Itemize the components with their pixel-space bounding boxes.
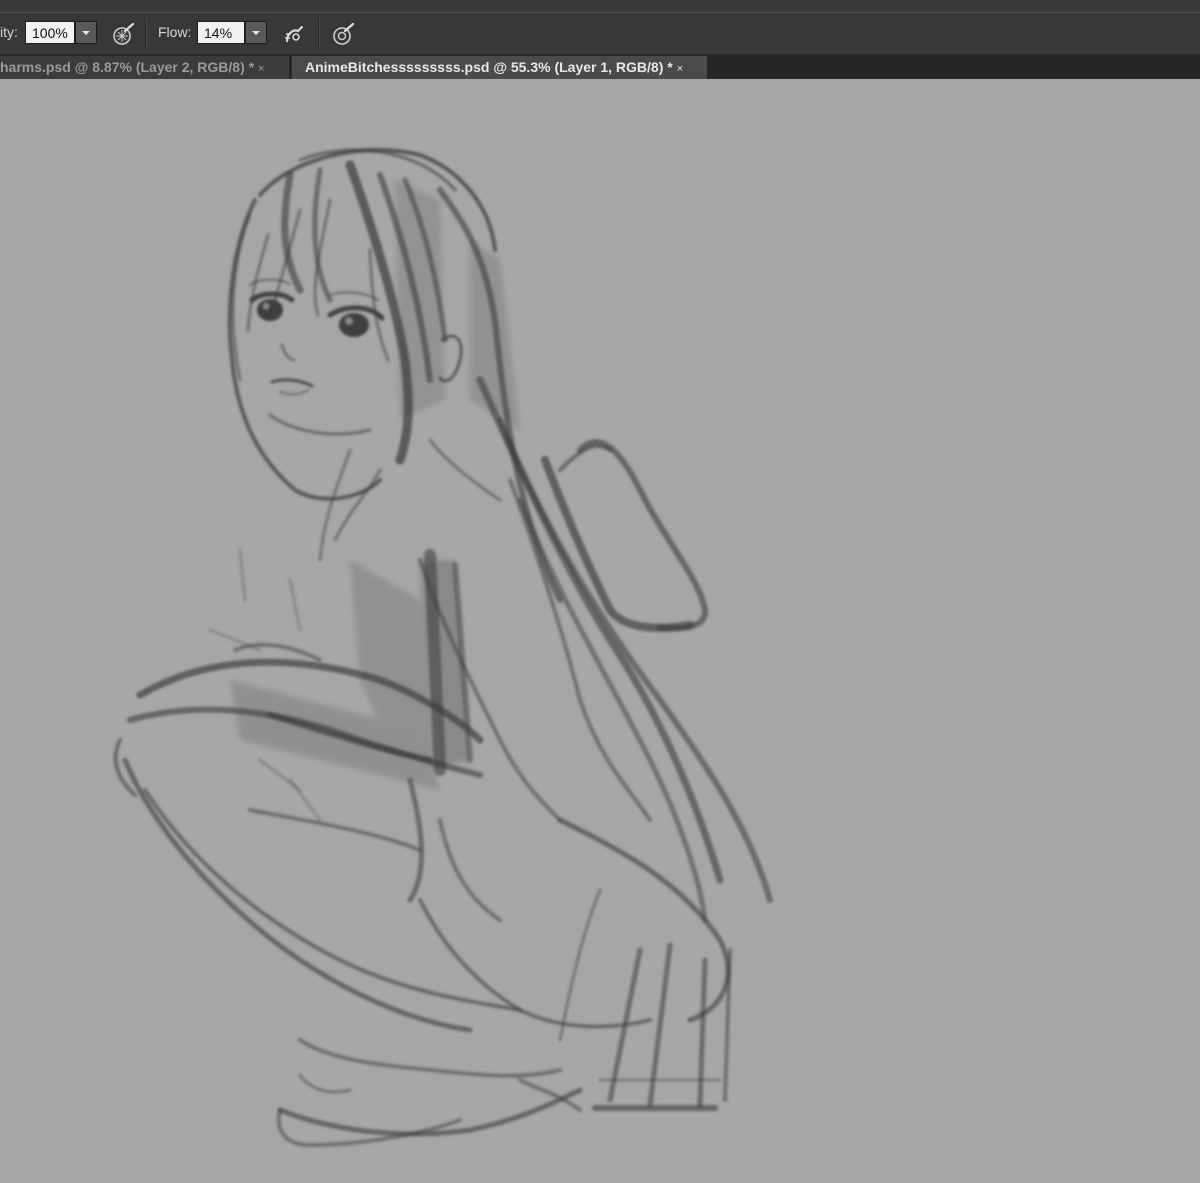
opacity-label: ity: — [0, 24, 18, 40]
tab-label: AnimeBitchesssssssss.psd @ 55.3% (Layer … — [305, 59, 673, 75]
document-canvas[interactable] — [0, 79, 1200, 1183]
sketch-artwork — [113, 147, 773, 1147]
options-bar: ity: 100% Flow: 14% — [0, 12, 1200, 55]
close-icon[interactable]: × — [677, 63, 683, 75]
airbrush-icon[interactable] — [282, 21, 308, 47]
separator — [145, 19, 146, 49]
flow-dropdown-button[interactable] — [245, 21, 267, 44]
close-icon[interactable]: × — [258, 63, 264, 75]
photoshop-window: ity: 100% Flow: 14% harms.psd @ 8.87% (L… — [0, 0, 1200, 1183]
chevron-down-icon — [82, 31, 90, 35]
flow-label: Flow: — [158, 24, 192, 40]
opacity-field[interactable]: 100% — [25, 21, 75, 44]
chevron-down-icon — [252, 31, 260, 35]
tab-animebitches-psd[interactable]: AnimeBitchesssssssss.psd @ 55.3% (Layer … — [292, 56, 707, 79]
flow-field[interactable]: 14% — [197, 21, 245, 44]
tab-harms-psd[interactable]: harms.psd @ 8.87% (Layer 2, RGB/8) * × — [0, 56, 289, 79]
document-tab-bar: harms.psd @ 8.87% (Layer 2, RGB/8) * × An… — [0, 54, 1200, 79]
pressure-size-icon[interactable] — [330, 21, 356, 47]
tab-label: harms.psd @ 8.87% (Layer 2, RGB/8) * — [0, 59, 255, 75]
pressure-opacity-icon[interactable] — [110, 21, 136, 47]
separator — [318, 19, 319, 49]
opacity-dropdown-button[interactable] — [75, 21, 97, 44]
